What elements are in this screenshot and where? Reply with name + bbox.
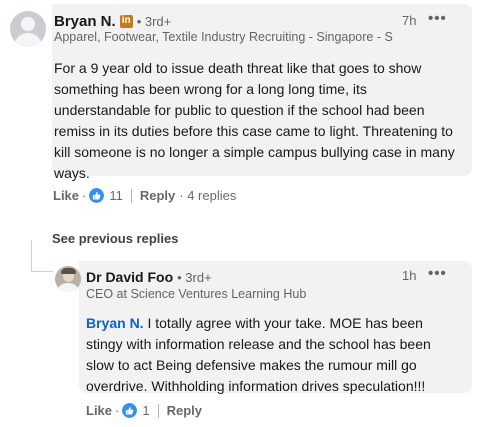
replies-count[interactable]: · 4 replies	[179, 188, 236, 203]
separator-dot: ·	[82, 188, 87, 203]
comment-text: For a 9 year old to issue death threat l…	[54, 60, 455, 181]
avatar-hair	[61, 268, 76, 274]
avatar-body	[15, 33, 41, 47]
premium-badge-icon: in	[119, 14, 133, 28]
author-headline[interactable]: Apparel, Footwear, Textile Industry Recr…	[54, 30, 394, 44]
separator-dot: ·	[115, 403, 120, 418]
see-previous-replies-link[interactable]: See previous replies	[52, 231, 178, 246]
mention-link[interactable]: Bryan N.	[86, 315, 144, 331]
reply-button[interactable]: Reply	[140, 188, 175, 203]
reply-more-options-icon[interactable]: •••	[428, 265, 447, 282]
reply-author-name[interactable]: Dr David Foo	[86, 269, 173, 285]
divider	[130, 188, 132, 203]
author-name[interactable]: Bryan N.	[54, 13, 116, 30]
more-options-icon[interactable]: •••	[428, 10, 447, 27]
reply-reply-button[interactable]: Reply	[167, 403, 202, 418]
thread-line	[31, 240, 32, 272]
reply-actions: Like · 1 Reply	[86, 402, 202, 419]
reply-avatar[interactable]	[55, 266, 81, 292]
comment-actions: Like · 11 Reply · 4 replies	[53, 187, 236, 204]
avatar[interactable]	[10, 11, 46, 47]
thumbs-up-icon	[126, 406, 134, 415]
reply-time: 1h	[402, 268, 417, 283]
like-reaction-icon[interactable]	[88, 187, 106, 204]
reply-text: Bryan N. I totally agree with your take.…	[86, 313, 456, 397]
connection-degree: • 3rd+	[136, 13, 172, 29]
avatar-head	[21, 17, 35, 31]
comment-time: 7h	[402, 13, 417, 28]
thread-connector	[31, 271, 53, 272]
reply-header: Dr David Foo • 3rd+	[86, 268, 212, 286]
divider	[157, 403, 159, 418]
like-button[interactable]: Like	[53, 188, 79, 203]
reaction-count[interactable]: 11	[109, 188, 123, 203]
reply-author-headline[interactable]: CEO at Science Ventures Learning Hub	[86, 287, 306, 301]
like-reaction-icon[interactable]	[121, 402, 139, 419]
thumbs-up-icon	[93, 191, 101, 200]
reply-like-button[interactable]: Like	[86, 403, 112, 418]
reply-connection-degree: • 3rd+	[177, 269, 212, 285]
avatar-shirt	[58, 283, 78, 292]
reply-reaction-count[interactable]: 1	[142, 403, 149, 418]
comment-header: Bryan N. in • 3rd+	[54, 12, 171, 30]
